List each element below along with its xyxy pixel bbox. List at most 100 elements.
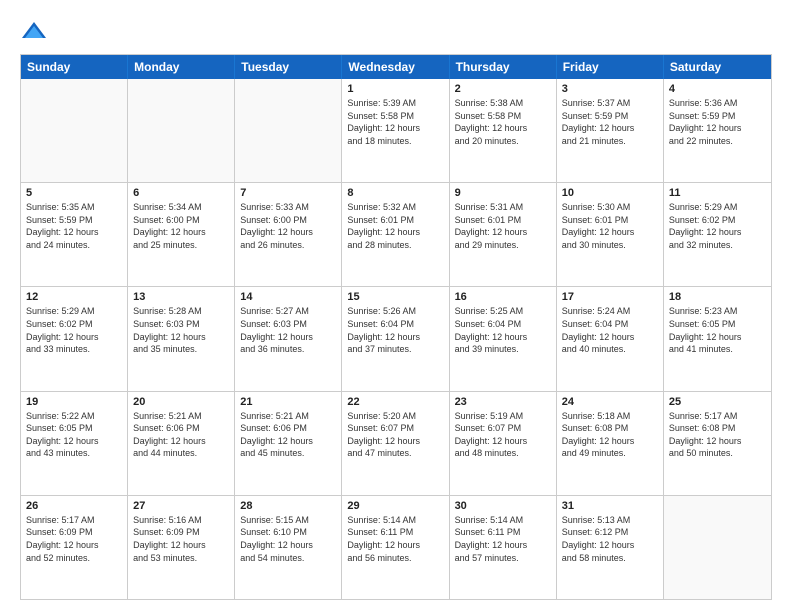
day-number: 25 (669, 396, 766, 408)
calendar-cell-day-18: 18 Sunrise: 5:23 AM Sunset: 6:05 PM Dayli… (664, 287, 771, 390)
calendar-cell-day-26: 26 Sunrise: 5:17 AM Sunset: 6:09 PM Dayli… (21, 496, 128, 599)
day-number: 11 (669, 187, 766, 199)
calendar-row-5: 26 Sunrise: 5:17 AM Sunset: 6:09 PM Dayli… (21, 495, 771, 599)
day-info: Sunrise: 5:17 AM Sunset: 6:08 PM Dayligh… (669, 410, 766, 460)
day-number: 8 (347, 187, 443, 199)
day-info: Sunrise: 5:20 AM Sunset: 6:07 PM Dayligh… (347, 410, 443, 460)
calendar-cell-empty (664, 496, 771, 599)
day-info: Sunrise: 5:26 AM Sunset: 6:04 PM Dayligh… (347, 305, 443, 355)
calendar-cell-day-2: 2Sunrise: 5:38 AM Sunset: 5:58 PM Daylig… (450, 79, 557, 182)
day-info: Sunrise: 5:37 AM Sunset: 5:59 PM Dayligh… (562, 97, 658, 147)
day-info: Sunrise: 5:32 AM Sunset: 6:01 PM Dayligh… (347, 201, 443, 251)
day-info: Sunrise: 5:23 AM Sunset: 6:05 PM Dayligh… (669, 305, 766, 355)
calendar-cell-day-1: 1 Sunrise: 5:39 AM Sunset: 5:58 PM Daylig… (342, 79, 449, 182)
day-info: Sunrise: 5:27 AM Sunset: 6:03 PM Dayligh… (240, 305, 336, 355)
day-number: 26 (26, 500, 122, 512)
calendar-cell-day-21: 21 Sunrise: 5:21 AM Sunset: 6:06 PM Dayli… (235, 392, 342, 495)
day-number: 1 (347, 83, 443, 95)
day-info: Sunrise: 5:15 AM Sunset: 6:10 PM Dayligh… (240, 514, 336, 564)
day-info: Sunrise: 5:22 AM Sunset: 6:05 PM Dayligh… (26, 410, 122, 460)
weekday-header-thursday: Thursday (450, 55, 557, 79)
day-info: Sunrise: 5:29 AM Sunset: 6:02 PM Dayligh… (26, 305, 122, 355)
day-number: 9 (455, 187, 551, 199)
calendar-cell-day-6: 6 Sunrise: 5:34 AM Sunset: 6:00 PM Daylig… (128, 183, 235, 286)
day-number: 24 (562, 396, 658, 408)
calendar-cell-day-17: 17 Sunrise: 5:24 AM Sunset: 6:04 PM Dayli… (557, 287, 664, 390)
calendar-cell-day-16: 16Sunrise: 5:25 AM Sunset: 6:04 PM Dayli… (450, 287, 557, 390)
calendar-cell-day-22: 22 Sunrise: 5:20 AM Sunset: 6:07 PM Dayli… (342, 392, 449, 495)
weekday-header-friday: Friday (557, 55, 664, 79)
day-number: 7 (240, 187, 336, 199)
day-info: Sunrise: 5:13 AM Sunset: 6:12 PM Dayligh… (562, 514, 658, 564)
day-info: Sunrise: 5:19 AM Sunset: 6:07 PM Dayligh… (455, 410, 551, 460)
day-number: 12 (26, 291, 122, 303)
day-info: Sunrise: 5:31 AM Sunset: 6:01 PM Dayligh… (455, 201, 551, 251)
weekday-header-monday: Monday (128, 55, 235, 79)
day-info: Sunrise: 5:24 AM Sunset: 6:04 PM Dayligh… (562, 305, 658, 355)
calendar-cell-day-15: 15 Sunrise: 5:26 AM Sunset: 6:04 PM Dayli… (342, 287, 449, 390)
day-info: Sunrise: 5:21 AM Sunset: 6:06 PM Dayligh… (240, 410, 336, 460)
day-info: Sunrise: 5:17 AM Sunset: 6:09 PM Dayligh… (26, 514, 122, 564)
calendar-row-4: 19 Sunrise: 5:22 AM Sunset: 6:05 PM Dayli… (21, 391, 771, 495)
day-info: Sunrise: 5:29 AM Sunset: 6:02 PM Dayligh… (669, 201, 766, 251)
calendar-cell-day-5: 5Sunrise: 5:35 AM Sunset: 5:59 PM Daylig… (21, 183, 128, 286)
day-info: Sunrise: 5:21 AM Sunset: 6:06 PM Dayligh… (133, 410, 229, 460)
day-info: Sunrise: 5:34 AM Sunset: 6:00 PM Dayligh… (133, 201, 229, 251)
day-info: Sunrise: 5:28 AM Sunset: 6:03 PM Dayligh… (133, 305, 229, 355)
calendar-cell-day-25: 25 Sunrise: 5:17 AM Sunset: 6:08 PM Dayli… (664, 392, 771, 495)
day-number: 19 (26, 396, 122, 408)
calendar-cell-day-31: 31 Sunrise: 5:13 AM Sunset: 6:12 PM Dayli… (557, 496, 664, 599)
day-number: 3 (562, 83, 658, 95)
calendar-cell-day-27: 27Sunrise: 5:16 AM Sunset: 6:09 PM Dayli… (128, 496, 235, 599)
calendar-cell-day-11: 11 Sunrise: 5:29 AM Sunset: 6:02 PM Dayli… (664, 183, 771, 286)
calendar-cell-day-4: 4 Sunrise: 5:36 AM Sunset: 5:59 PM Daylig… (664, 79, 771, 182)
day-number: 21 (240, 396, 336, 408)
day-number: 6 (133, 187, 229, 199)
calendar-cell-day-19: 19 Sunrise: 5:22 AM Sunset: 6:05 PM Dayli… (21, 392, 128, 495)
calendar-cell-day-9: 9 Sunrise: 5:31 AM Sunset: 6:01 PM Daylig… (450, 183, 557, 286)
day-number: 23 (455, 396, 551, 408)
day-info: Sunrise: 5:36 AM Sunset: 5:59 PM Dayligh… (669, 97, 766, 147)
day-info: Sunrise: 5:16 AM Sunset: 6:09 PM Dayligh… (133, 514, 229, 564)
calendar-cell-day-7: 7 Sunrise: 5:33 AM Sunset: 6:00 PM Daylig… (235, 183, 342, 286)
calendar-cell-day-30: 30 Sunrise: 5:14 AM Sunset: 6:11 PM Dayli… (450, 496, 557, 599)
calendar-cell-empty (128, 79, 235, 182)
calendar-cell-day-13: 13 Sunrise: 5:28 AM Sunset: 6:03 PM Dayli… (128, 287, 235, 390)
calendar-cell-empty (21, 79, 128, 182)
day-number: 17 (562, 291, 658, 303)
day-number: 14 (240, 291, 336, 303)
day-number: 28 (240, 500, 336, 512)
day-number: 31 (562, 500, 658, 512)
day-number: 4 (669, 83, 766, 95)
calendar-cell-day-24: 24Sunrise: 5:18 AM Sunset: 6:08 PM Dayli… (557, 392, 664, 495)
day-number: 5 (26, 187, 122, 199)
day-number: 30 (455, 500, 551, 512)
calendar-cell-day-28: 28 Sunrise: 5:15 AM Sunset: 6:10 PM Dayli… (235, 496, 342, 599)
day-info: Sunrise: 5:38 AM Sunset: 5:58 PM Dayligh… (455, 97, 551, 147)
header (20, 18, 772, 46)
day-number: 13 (133, 291, 229, 303)
day-number: 18 (669, 291, 766, 303)
calendar-cell-day-10: 10Sunrise: 5:30 AM Sunset: 6:01 PM Dayli… (557, 183, 664, 286)
day-number: 22 (347, 396, 443, 408)
calendar-header: SundayMondayTuesdayWednesdayThursdayFrid… (21, 55, 771, 79)
calendar-cell-day-14: 14 Sunrise: 5:27 AM Sunset: 6:03 PM Dayli… (235, 287, 342, 390)
day-info: Sunrise: 5:39 AM Sunset: 5:58 PM Dayligh… (347, 97, 443, 147)
calendar-cell-day-23: 23 Sunrise: 5:19 AM Sunset: 6:07 PM Dayli… (450, 392, 557, 495)
calendar-cell-day-20: 20Sunrise: 5:21 AM Sunset: 6:06 PM Dayli… (128, 392, 235, 495)
calendar-row-3: 12 Sunrise: 5:29 AM Sunset: 6:02 PM Dayli… (21, 286, 771, 390)
calendar-cell-day-12: 12 Sunrise: 5:29 AM Sunset: 6:02 PM Dayli… (21, 287, 128, 390)
day-info: Sunrise: 5:14 AM Sunset: 6:11 PM Dayligh… (455, 514, 551, 564)
calendar: SundayMondayTuesdayWednesdayThursdayFrid… (20, 54, 772, 600)
weekday-header-sunday: Sunday (21, 55, 128, 79)
day-info: Sunrise: 5:33 AM Sunset: 6:00 PM Dayligh… (240, 201, 336, 251)
day-number: 15 (347, 291, 443, 303)
day-number: 10 (562, 187, 658, 199)
calendar-body: 1 Sunrise: 5:39 AM Sunset: 5:58 PM Daylig… (21, 79, 771, 599)
calendar-row-2: 5Sunrise: 5:35 AM Sunset: 5:59 PM Daylig… (21, 182, 771, 286)
day-number: 29 (347, 500, 443, 512)
logo-icon (20, 18, 48, 46)
calendar-cell-empty (235, 79, 342, 182)
calendar-cell-day-3: 3 Sunrise: 5:37 AM Sunset: 5:59 PM Daylig… (557, 79, 664, 182)
day-number: 16 (455, 291, 551, 303)
